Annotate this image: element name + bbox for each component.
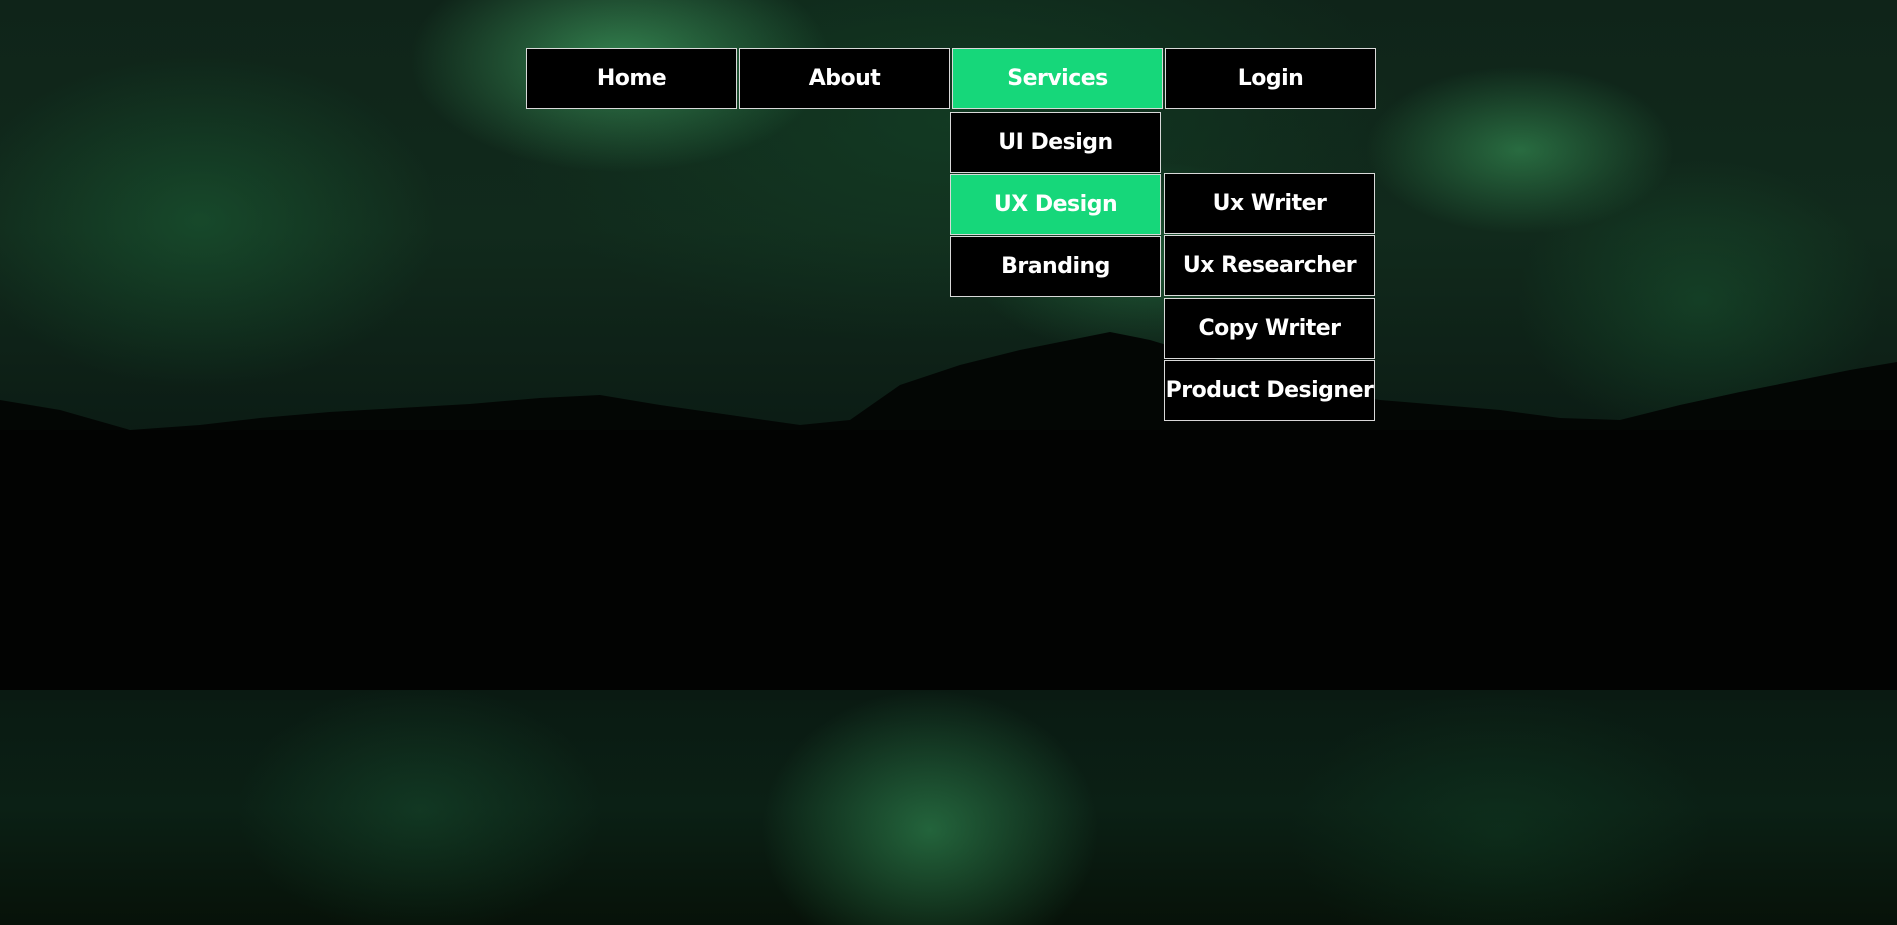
submenu-item-product-designer[interactable]: Product Designer [1164,360,1375,421]
nav-item-login[interactable]: Login [1165,48,1376,109]
menu-item-branding[interactable]: Branding [950,236,1161,297]
nav-item-label: Login [1237,66,1304,91]
menu-item-ui-design[interactable]: UI Design [950,112,1161,173]
submenu-item-ux-writer[interactable]: Ux Writer [1164,173,1375,234]
submenu-item-copy-writer[interactable]: Copy Writer [1164,298,1375,359]
submenu-item-label: Product Designer [1165,378,1374,403]
submenu-item-label: Ux Researcher [1182,253,1357,278]
nav-item-home[interactable]: Home [526,48,737,109]
nav-item-services[interactable]: Services [952,48,1163,109]
submenu-item-label: Ux Writer [1212,191,1327,216]
submenu-item-ux-researcher[interactable]: Ux Researcher [1164,235,1375,296]
menu-item-label: UX Design [993,192,1118,217]
nav-item-label: Services [1007,66,1108,91]
mountain-silhouette [0,332,1897,690]
menu-item-label: Branding [1001,254,1110,279]
background-scene [0,0,1897,925]
nav-item-label: About [808,66,881,91]
nav-item-label: Home [596,66,667,91]
menu-item-label: UI Design [998,130,1113,155]
submenu-item-label: Copy Writer [1198,316,1341,341]
nav-item-about[interactable]: About [739,48,950,109]
menu-item-ux-design[interactable]: UX Design [950,174,1161,235]
